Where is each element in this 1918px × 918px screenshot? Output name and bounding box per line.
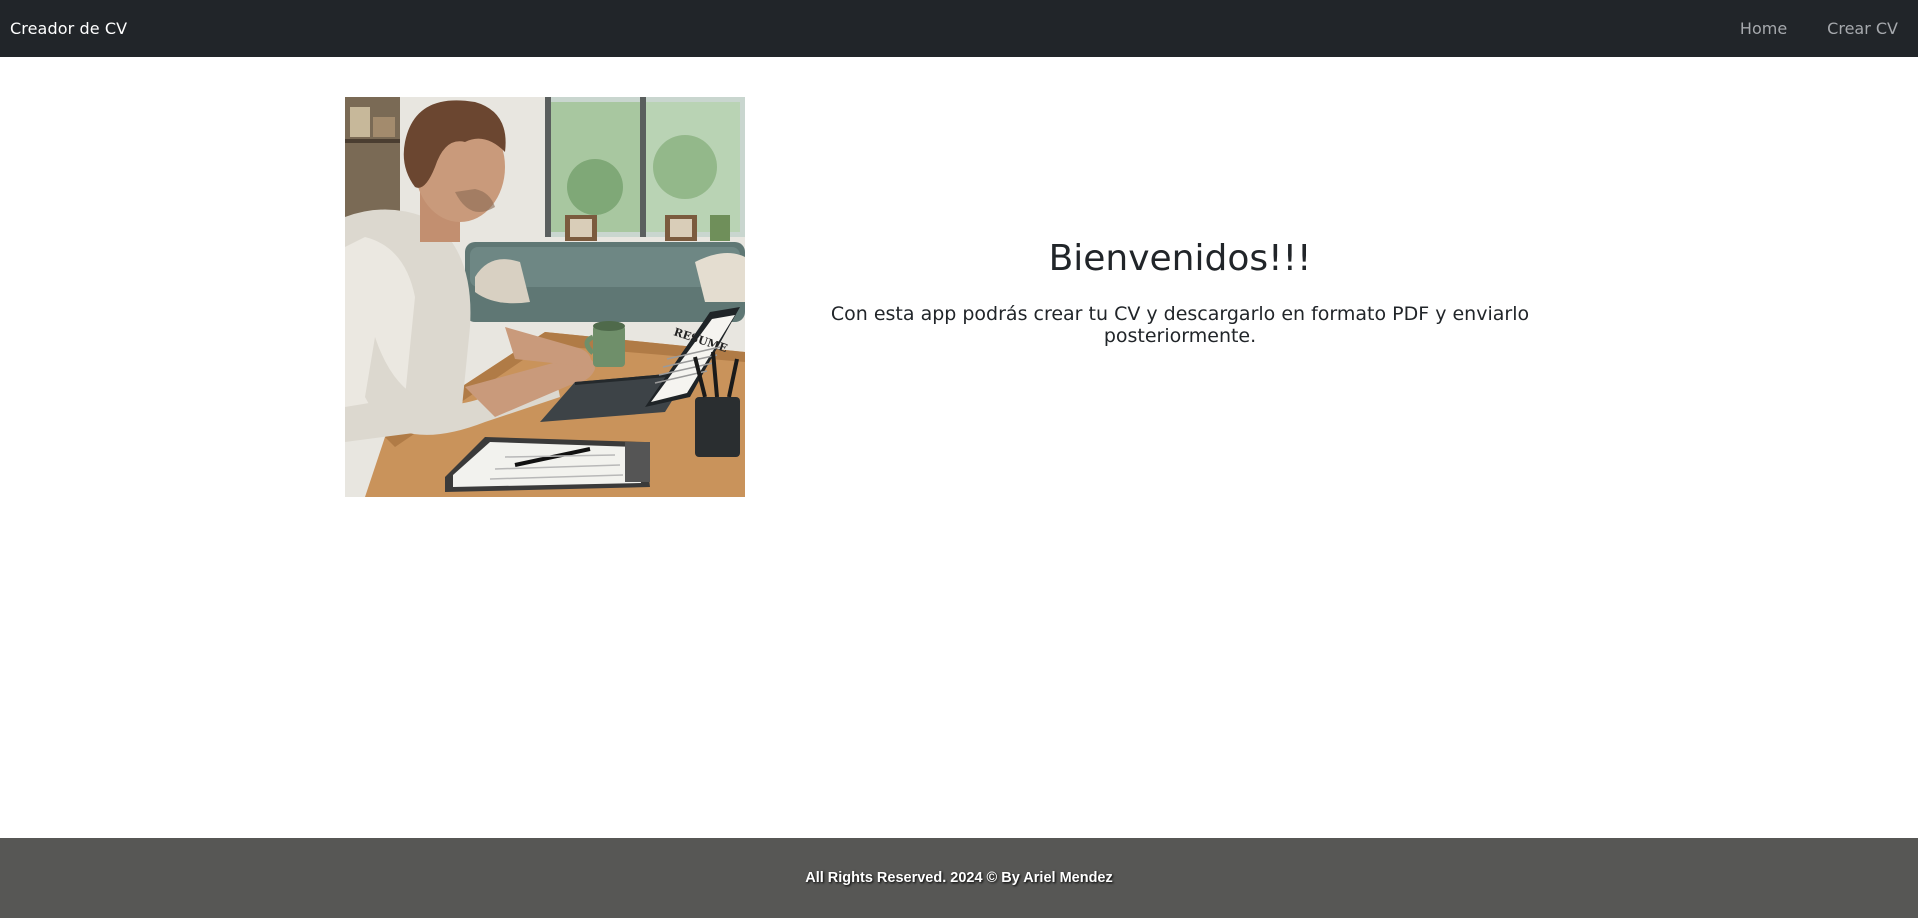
top-navbar: Creador de CV Home Crear CV xyxy=(0,0,1918,57)
nav-link-home[interactable]: Home xyxy=(1740,19,1787,38)
welcome-section: Bienvenidos!!! Con esta app podrás crear… xyxy=(770,238,1590,347)
nav-links: Home Crear CV xyxy=(1740,19,1908,38)
page-footer: All Rights Reserved. 2024 © By Ariel Men… xyxy=(0,838,1918,918)
main-content: RESUME Bienvenidos!!! Con esta app podrá… xyxy=(0,57,1918,838)
nav-link-crear-cv[interactable]: Crear CV xyxy=(1827,19,1898,38)
welcome-title: Bienvenidos!!! xyxy=(1048,238,1312,279)
welcome-description: Con esta app podrás crear tu CV y descar… xyxy=(830,303,1530,347)
hero-image: RESUME xyxy=(345,97,745,497)
person-at-laptop-illustration: RESUME xyxy=(345,97,745,497)
footer-copyright: All Rights Reserved. 2024 © By Ariel Men… xyxy=(805,870,1113,886)
brand-link[interactable]: Creador de CV xyxy=(10,19,127,38)
